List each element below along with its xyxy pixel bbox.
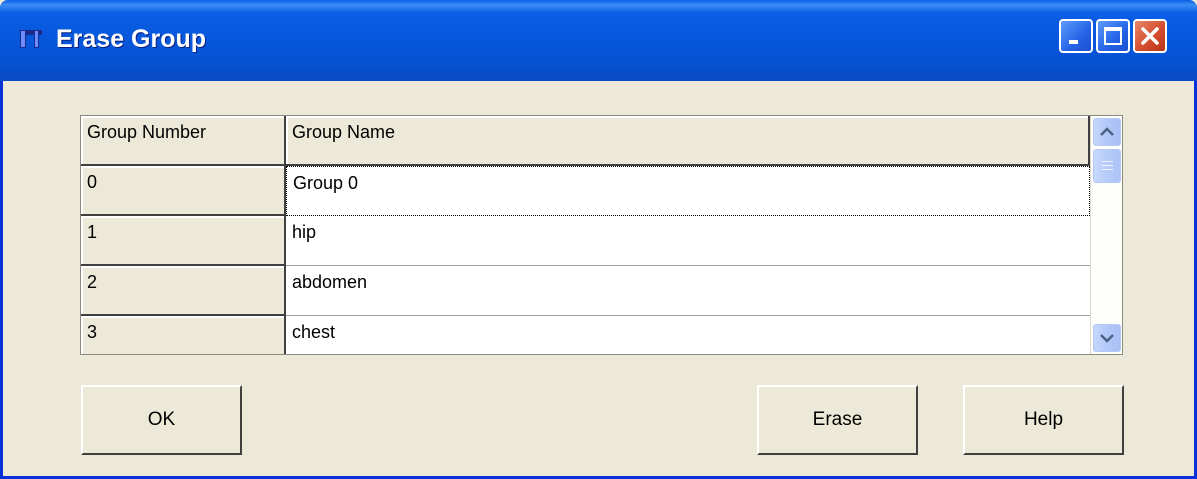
ok-button[interactable]: OK [81, 385, 242, 455]
table-row-name[interactable]: hip [286, 216, 1090, 266]
scroll-up-button[interactable] [1093, 118, 1121, 146]
table-row-name[interactable]: chest [286, 316, 1090, 354]
maximize-icon [1104, 27, 1122, 45]
help-button[interactable]: Help [963, 385, 1124, 455]
app-icon [20, 30, 42, 48]
maximize-button[interactable] [1096, 19, 1130, 53]
table-row-number[interactable]: 3 [81, 316, 286, 354]
table-row-number[interactable]: 2 [81, 266, 286, 316]
erase-group-dialog: Erase Group Group Number Group Name 0 Gr… [0, 0, 1197, 479]
table-row-name[interactable]: Group 0 [286, 166, 1090, 216]
minimize-button[interactable] [1059, 19, 1093, 53]
table-row-number[interactable]: 0 [81, 166, 286, 216]
close-button[interactable] [1133, 19, 1167, 53]
chevron-down-icon [1100, 334, 1114, 343]
column-header-group-name[interactable]: Group Name [286, 116, 1090, 166]
table-row-name[interactable]: abdomen [286, 266, 1090, 316]
column-header-group-number[interactable]: Group Number [81, 116, 286, 166]
scroll-down-button[interactable] [1093, 324, 1121, 352]
close-icon [1141, 27, 1159, 45]
chevron-up-icon [1100, 127, 1114, 136]
table-row-number[interactable]: 1 [81, 216, 286, 266]
scroll-thumb[interactable] [1093, 149, 1121, 183]
group-table[interactable]: Group Number Group Name 0 Group 0 1 hip … [80, 115, 1123, 355]
title-bar[interactable]: Erase Group [0, 0, 1197, 81]
vertical-scrollbar[interactable] [1090, 116, 1122, 354]
window-title: Erase Group [56, 25, 207, 53]
minimize-icon [1069, 40, 1078, 44]
erase-button[interactable]: Erase [757, 385, 918, 455]
